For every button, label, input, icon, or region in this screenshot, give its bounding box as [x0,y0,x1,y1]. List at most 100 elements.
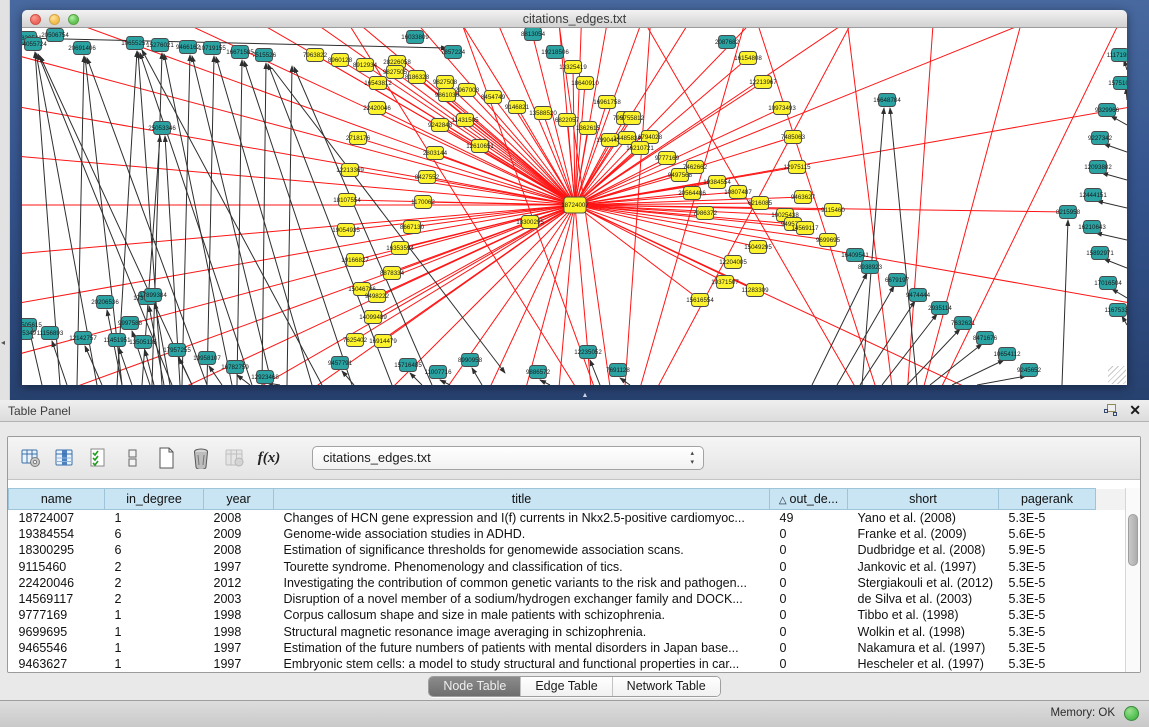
table-cell[interactable]: 0 [770,591,848,607]
table-cell[interactable]: 5.9E-5 [999,542,1096,558]
table-cell[interactable]: 9463627 [9,656,105,672]
table-cell[interactable]: Yano et al. (2008) [848,510,999,526]
table-row[interactable]: 946554611997Estimation of the future num… [9,640,1126,656]
column-header-pagerank[interactable]: pagerank [999,489,1096,510]
memory-status-indicator[interactable] [1124,706,1139,721]
table-cell[interactable]: 1 [105,640,204,656]
table-cell[interactable]: Franke et al. (2009) [848,526,999,542]
table-cell[interactable]: Embryonic stem cells: a model to study s… [274,656,770,672]
float-panel-icon[interactable] [1104,404,1117,417]
column-header-in_degree[interactable]: in_degree [105,489,204,510]
table-cell[interactable]: Tibbo et al. (1998) [848,607,999,623]
table-cell[interactable]: 6 [105,526,204,542]
table-cell[interactable]: 1997 [204,640,274,656]
table-cell[interactable]: 2008 [204,542,274,558]
table-cell[interactable]: Changes of HCN gene expression and I(f) … [274,510,770,526]
network-graph-canvas[interactable]: 1883054120506754240557242069140610655257… [22,28,1127,385]
table-row[interactable]: 977716911998Corpus callosum shape and si… [9,607,1126,623]
table-cell[interactable]: Estimation of significance thresholds fo… [274,542,770,558]
column-header-year[interactable]: year [204,489,274,510]
table-cell[interactable]: Tourette syndrome. Phenomenology and cla… [274,558,770,574]
column-header-short[interactable]: short [848,489,999,510]
table-cell[interactable]: 2009 [204,526,274,542]
table-cell[interactable]: Wolkin et al. (1998) [848,624,999,640]
table-cell[interactable]: 14569117 [9,591,105,607]
splitter-handle[interactable]: ▲ [579,392,591,399]
table-cell[interactable]: 0 [770,607,848,623]
table-cell[interactable]: 5.3E-5 [999,607,1096,623]
table-cell[interactable]: 5.3E-5 [999,624,1096,640]
table-cell[interactable]: 49 [770,510,848,526]
select-column-icon[interactable] [52,445,78,471]
table-cell[interactable]: 18724007 [9,510,105,526]
table-row[interactable]: 1456911722003Disruption of a novel membe… [9,591,1126,607]
tab-node-table[interactable]: Node Table [429,677,521,696]
table-cell[interactable]: 9465546 [9,640,105,656]
table-cell[interactable]: 0 [770,558,848,574]
node-table[interactable]: namein_degreeyeartitle△out_de...shortpag… [8,488,1126,672]
table-cell[interactable]: 1997 [204,656,274,672]
table-cell[interactable]: Disruption of a novel member of a sodium… [274,591,770,607]
row-height-icon[interactable] [120,445,146,471]
table-cell[interactable]: 0 [770,640,848,656]
tab-network-table[interactable]: Network Table [613,677,720,696]
table-cell[interactable]: Stergiakouli et al. (2012) [848,575,999,591]
table-cell[interactable]: 1 [105,624,204,640]
tab-edge-table[interactable]: Edge Table [521,677,612,696]
collapse-panel-arrow[interactable]: ◂ [1,338,5,347]
window-resize-grip[interactable] [1108,366,1126,384]
table-cell[interactable]: Hescheler et al. (1997) [848,656,999,672]
table-settings-icon[interactable] [18,445,44,471]
table-cell[interactable]: 1997 [204,558,274,574]
table-row[interactable]: 1830029562008Estimation of significance … [9,542,1126,558]
table-cell[interactable]: 5.3E-5 [999,591,1096,607]
scrollbar-thumb[interactable] [1128,514,1138,566]
delete-icon[interactable] [188,445,214,471]
table-row[interactable]: 1938455462009Genome-wide association stu… [9,526,1126,542]
table-cell[interactable]: 22420046 [9,575,105,591]
table-row[interactable]: 1872400712008Changes of HCN gene express… [9,510,1126,526]
table-selector-dropdown[interactable]: citations_edges.txt ▴▾ [312,446,704,470]
table-cell[interactable]: 5.5E-5 [999,575,1096,591]
column-header-name[interactable]: name [9,489,105,510]
table-cell[interactable]: 19384554 [9,526,105,542]
table-cell[interactable]: Investigating the contribution of common… [274,575,770,591]
table-cell[interactable]: 0 [770,624,848,640]
table-row[interactable]: 946362711997Embryonic stem cells: a mode… [9,656,1126,672]
table-cell[interactable]: 0 [770,656,848,672]
table-cell[interactable]: Jankovic et al. (1997) [848,558,999,574]
edit-attributes-icon[interactable] [86,445,112,471]
table-cell[interactable]: 6 [105,542,204,558]
table-cell[interactable]: 0 [770,526,848,542]
table-cell[interactable]: Corpus callosum shape and size in male p… [274,607,770,623]
table-scrollbar[interactable] [1125,488,1140,672]
table-cell[interactable]: 2012 [204,575,274,591]
table-cell[interactable]: 18300295 [9,542,105,558]
table-cell[interactable]: 0 [770,542,848,558]
network-window[interactable]: citations_edges.txt 18830541205067542405… [22,10,1127,385]
function-builder-icon[interactable]: f(x) [256,445,282,471]
table-row[interactable]: 2242004622012Investigating the contribut… [9,575,1126,591]
citation-network-graph[interactable]: 1883054120506754240557242069140610655257… [22,28,1127,385]
table-cell[interactable]: 9777169 [9,607,105,623]
table-cell[interactable]: Genome-wide association studies in ADHD. [274,526,770,542]
table-cell[interactable]: de Silva et al. (2003) [848,591,999,607]
window-titlebar[interactable]: citations_edges.txt [22,10,1127,28]
table-row[interactable]: 911546021997Tourette syndrome. Phenomeno… [9,558,1126,574]
table-cell[interactable]: 2 [105,575,204,591]
table-cell[interactable]: 1 [105,510,204,526]
table-cell[interactable]: 5.3E-5 [999,656,1096,672]
table-cell[interactable]: 9115460 [9,558,105,574]
table-cell[interactable]: 2 [105,591,204,607]
new-file-icon[interactable] [154,445,180,471]
close-panel-icon[interactable]: ✕ [1129,403,1141,417]
table-cell[interactable]: 1998 [204,624,274,640]
table-cell[interactable]: Nakamura et al. (1997) [848,640,999,656]
table-cell[interactable]: 5.3E-5 [999,640,1096,656]
table-cell[interactable]: 2008 [204,510,274,526]
table-cell[interactable]: 9699695 [9,624,105,640]
table-cell[interactable]: 0 [770,575,848,591]
column-header-out_de[interactable]: △out_de... [770,489,848,510]
table-cell[interactable]: 1 [105,607,204,623]
table-cell[interactable]: Estimation of the future numbers of pati… [274,640,770,656]
